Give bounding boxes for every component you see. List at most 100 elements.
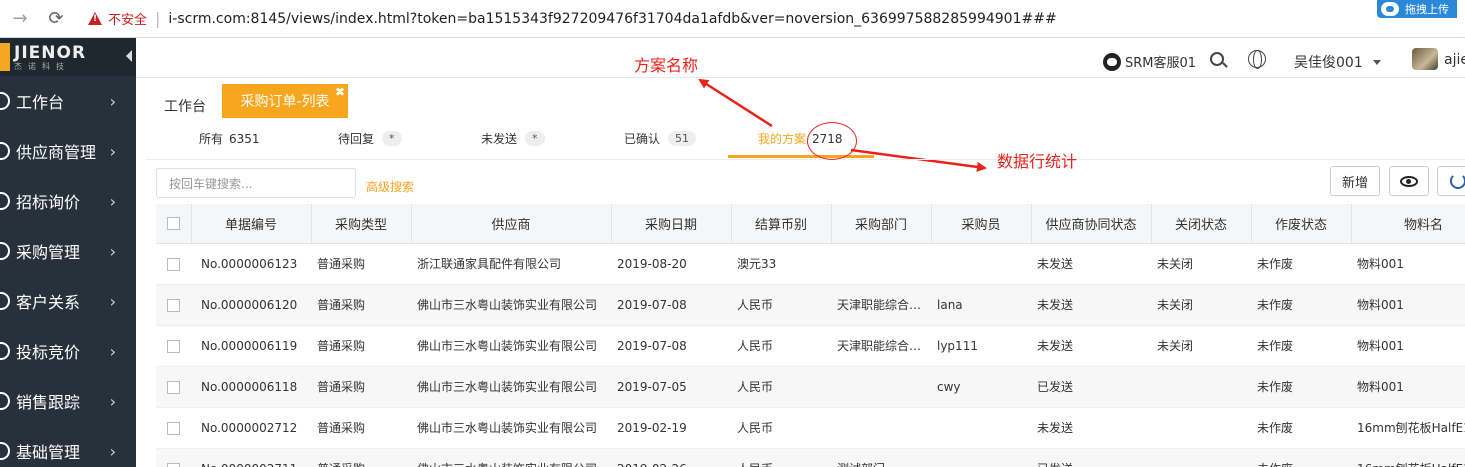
menu-icon: [0, 292, 10, 310]
table-cell: 已发送: [1031, 448, 1151, 467]
scheme-confirmed[interactable]: 已确认 51: [624, 130, 697, 147]
sidebar-item-supplier[interactable]: 供应商管理 ›: [0, 126, 136, 176]
search-placeholder: 按回车键搜索...: [169, 176, 253, 191]
add-button[interactable]: 新增: [1330, 166, 1380, 196]
table-cell: [831, 366, 931, 408]
row-checkbox[interactable]: [156, 448, 191, 467]
qq-icon: [1103, 52, 1121, 71]
row-checkbox[interactable]: [156, 407, 191, 449]
table-cell: 未关闭: [1151, 325, 1251, 367]
tab-purchase-order-list[interactable]: 采购订单-列表 ✖: [222, 84, 348, 118]
table-row[interactable]: No.0000006119 普通采购 佛山市三水粤山装饰实业有限公司 2019-07-…: [156, 325, 1465, 367]
table-cell: 物料001: [1351, 284, 1465, 326]
sidebar-item-label: 招标询价: [16, 193, 81, 212]
table-cell: 未关闭: [1151, 284, 1251, 326]
search-input[interactable]: 按回车键搜索...: [156, 168, 356, 198]
sidebar-item-label: 客户关系: [16, 293, 81, 312]
account-name[interactable]: ajie: [1444, 52, 1465, 68]
table-cell: 2019-07-05: [611, 366, 731, 408]
back-arrow-icon[interactable]: →: [6, 5, 34, 33]
view-button[interactable]: [1389, 166, 1429, 196]
table-row[interactable]: No.0000006118 普通采购 佛山市三水粤山装饰实业有限公司 2019-07-…: [156, 366, 1465, 408]
table-cell: 人民币: [731, 448, 831, 467]
column-header[interactable]: 采购日期: [611, 204, 732, 244]
sidebar: JIENOR 杰诺科技 工作台 › 供应商管理 › 招标询价 › 采购管理 › …: [0, 38, 136, 467]
cloud-icon: [1381, 2, 1399, 16]
column-header[interactable]: 关闭状态: [1151, 204, 1252, 244]
table-cell: No.0000006119: [191, 325, 311, 367]
column-header[interactable]: 供应商: [411, 204, 612, 244]
annotation-scheme-name: 方案名称: [634, 56, 699, 75]
advanced-search-link[interactable]: 高级搜索: [366, 178, 414, 195]
row-checkbox[interactable]: [156, 284, 191, 326]
sidebar-item-sales[interactable]: 销售跟踪 ›: [0, 376, 136, 426]
column-header[interactable]: 作废状态: [1251, 204, 1352, 244]
insecure-indicator[interactable]: 不安全: [88, 9, 147, 28]
sidebar-item-workbench[interactable]: 工作台 ›: [0, 76, 136, 126]
row-checkbox[interactable]: [156, 366, 191, 408]
sidebar-item-basic[interactable]: 基础管理 ›: [0, 426, 136, 467]
customer-service-link[interactable]: SRM客服01: [1103, 52, 1196, 71]
select-all-checkbox[interactable]: [156, 204, 192, 244]
table-cell: No.0000006118: [191, 366, 311, 408]
column-header[interactable]: 结算币别: [731, 204, 832, 244]
reload-icon[interactable]: ⟳: [42, 5, 70, 33]
address-bar[interactable]: i-scrm.com:8145/views/index.html?token=b…: [168, 11, 1056, 27]
row-checkbox[interactable]: [156, 243, 191, 285]
table-row[interactable]: No.0000002711普通采购佛山市三水粤山装饰实业有限公司2019-02-…: [156, 448, 1465, 467]
table-cell: 佛山市三水粤山装饰实业有限公司: [411, 407, 611, 449]
upload-extension-label: 拖拽上传: [1405, 3, 1449, 16]
tab-workbench[interactable]: 工作台: [164, 96, 206, 116]
table-cell: 普通采购: [311, 366, 411, 408]
search-icon[interactable]: [1210, 52, 1224, 66]
tab-label: 采购订单-列表: [240, 94, 330, 110]
sidebar-item-label: 采购管理: [16, 243, 81, 262]
table-cell: 普通采购: [311, 407, 411, 449]
sidebar-item-bidding[interactable]: 招标询价 ›: [0, 176, 136, 226]
user-menu[interactable]: 吴佳俊001: [1294, 52, 1381, 72]
table-cell: 2019-02-26: [611, 448, 731, 467]
table-cell: 2019-07-08: [611, 284, 731, 326]
refresh-button[interactable]: [1437, 166, 1465, 196]
table-cell: 普通采购: [311, 243, 411, 285]
column-header[interactable]: 物料名: [1351, 204, 1465, 244]
chevron-right-icon: ›: [109, 341, 116, 361]
close-icon[interactable]: ✖: [335, 85, 345, 99]
table-row[interactable]: No.0000006123 普通采购 浙江联通家具配件有限公司 2019-08-20 澳…: [156, 243, 1465, 285]
column-header[interactable]: 采购员: [931, 204, 1032, 244]
table-cell: 物料001: [1351, 366, 1465, 408]
menu-icon: [0, 242, 10, 260]
collapse-sidebar-icon[interactable]: [126, 50, 132, 62]
table-cell: 人民币: [731, 366, 831, 408]
table-cell: 未发送: [1031, 407, 1151, 449]
table-cell: 未作废: [1251, 284, 1351, 326]
table-row[interactable]: No.0000006120 普通采购 佛山市三水粤山装饰实业有限公司 2019-07-…: [156, 284, 1465, 326]
row-checkbox[interactable]: [156, 325, 191, 367]
sidebar-item-customer[interactable]: 客户关系 ›: [0, 276, 136, 326]
scheme-count: *: [382, 131, 402, 146]
insecure-label: 不安全: [108, 13, 148, 28]
scheme-unsent[interactable]: 未发送 *: [481, 130, 545, 147]
scheme-label: 我的方案: [758, 132, 807, 146]
column-header[interactable]: 采购部门: [831, 204, 932, 244]
scheme-all[interactable]: 所有 6351: [199, 130, 260, 147]
column-header[interactable]: 采购类型: [311, 204, 412, 244]
table-cell: [831, 407, 931, 449]
active-tab-indicator: [728, 155, 874, 158]
chevron-right-icon: ›: [109, 291, 116, 311]
sidebar-item-label: 基础管理: [16, 443, 81, 462]
sidebar-item-auction[interactable]: 投标竞价 ›: [0, 326, 136, 376]
sidebar-item-label: 投标竞价: [16, 343, 81, 362]
warning-icon: [88, 12, 102, 25]
table-cell: 天津职能综合部门: [831, 325, 931, 367]
table-row[interactable]: No.0000002712 普通采购 佛山市三水粤山装饰实业有限公司 2019-02-…: [156, 407, 1465, 449]
upload-extension-button[interactable]: 拖拽上传: [1377, 0, 1457, 18]
table-cell: 2019-08-20: [611, 243, 731, 285]
column-header[interactable]: 供应商协同状态: [1031, 204, 1152, 244]
chevron-right-icon: ›: [109, 91, 116, 111]
globe-icon[interactable]: [1248, 50, 1266, 69]
scheme-pending-reply[interactable]: 待回复 *: [338, 130, 402, 147]
column-header[interactable]: 单据编号: [191, 204, 312, 244]
avatar[interactable]: [1412, 48, 1438, 70]
sidebar-item-purchase[interactable]: 采购管理 ›: [0, 226, 136, 276]
